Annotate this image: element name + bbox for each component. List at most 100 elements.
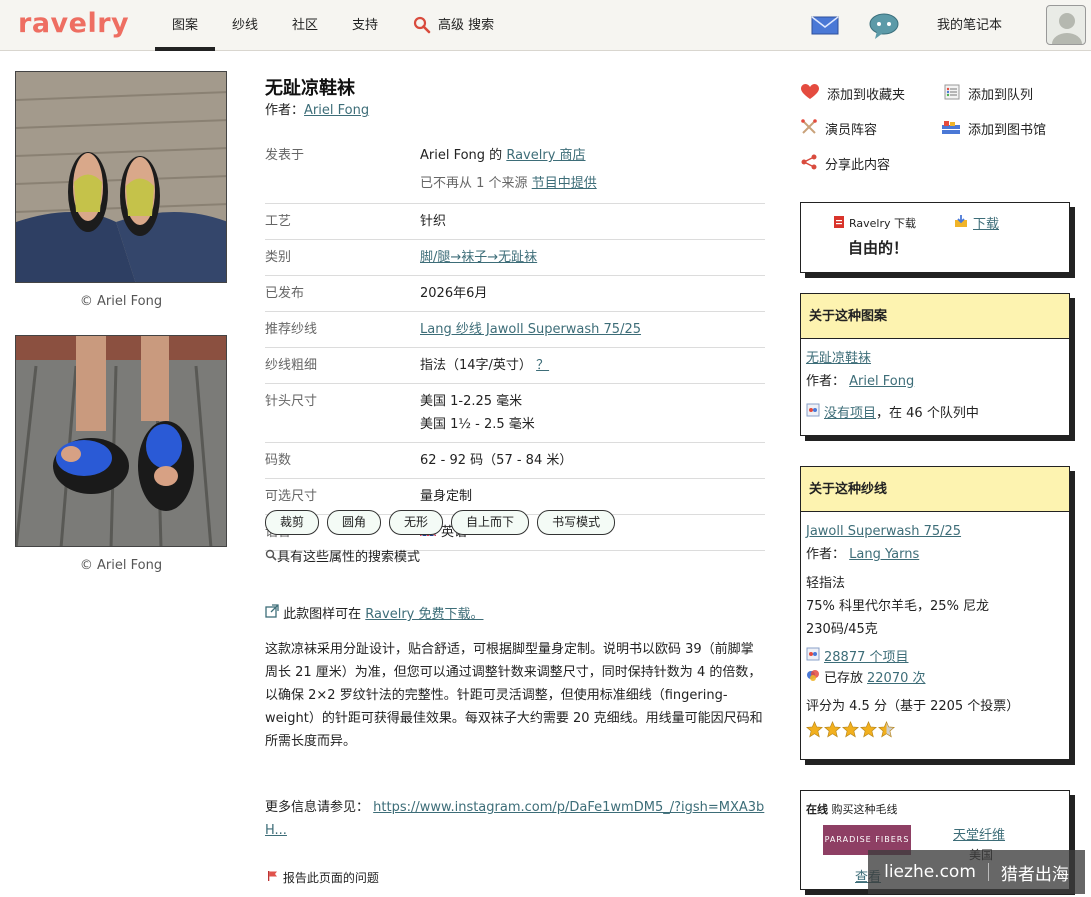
star-rating <box>806 721 1064 738</box>
detail-label: 针头尺寸 <box>265 394 318 409</box>
ravelry-download-label: Ravelry 下载 <box>834 215 916 231</box>
yarn-projects-link[interactable]: 28877 个项目 <box>824 648 909 668</box>
detail-craft: 工艺 针织 <box>265 204 765 240</box>
attribute-tag[interactable]: 无形 <box>389 510 444 535</box>
ravelry-store-link[interactable]: Ravelry 商店 <box>506 148 585 163</box>
yarn-fiber: 75% 科里代尔羊毛，25% 尼龙 <box>806 599 990 614</box>
about-pattern-queue-text: ，在 46 个队列中 <box>876 406 979 421</box>
attribute-tag[interactable]: 书写模式 <box>537 510 616 535</box>
nav-tab-community[interactable]: 社区 <box>292 0 318 51</box>
yarn-rating-text: 评分为 4.5 分（基于 2205 个投票） <box>806 699 1020 714</box>
nav-tab-yarns[interactable]: 纱线 <box>232 0 258 51</box>
yarn-weight: 轻指法 <box>806 576 846 591</box>
share-button[interactable]: 分享此内容 <box>801 154 890 177</box>
nav-advanced-search[interactable]: 高级 搜索 <box>438 0 494 51</box>
watermark: liezhe.com 猎者出海 <box>868 850 1085 894</box>
queue-label: 添加到队列 <box>968 88 1034 103</box>
cast-on-button[interactable]: 演员阵容 <box>801 119 878 143</box>
detail-value: 美国 1-2.25 毫米 <box>420 394 523 409</box>
download-link-wrap: 下载 <box>954 213 999 232</box>
nav-tab-support[interactable]: 支持 <box>352 0 378 51</box>
detail-label: 发表于 <box>265 148 305 163</box>
published-in-author: Ariel Fong 的 <box>420 148 503 163</box>
category-link[interactable]: 脚/腿→袜子→无趾袜 <box>420 250 537 265</box>
chat-bubble-icon[interactable] <box>868 12 900 44</box>
pattern-photo-2[interactable] <box>15 335 227 547</box>
detail-yardage: 码数 62 - 92 码（57 - 84 米） <box>265 443 765 479</box>
add-queue-button[interactable]: 添加到队列 <box>944 84 1034 108</box>
download-icon <box>954 214 968 232</box>
yarn-brand-link[interactable]: Lang Yarns <box>849 547 919 562</box>
search-icon[interactable] <box>413 16 431 38</box>
buy-title-text: 购买这种毛线 <box>831 803 898 816</box>
library-label: 添加到图书馆 <box>968 123 1047 138</box>
star-icon <box>824 721 841 738</box>
external-link-icon <box>265 604 279 622</box>
detail-needle: 针头尺寸 美国 1-2.25 毫米 美国 1½ - 2.5 毫米 <box>265 384 765 443</box>
my-notebook-link[interactable]: 我的笔记本 <box>937 0 1002 51</box>
detail-label: 码数 <box>265 453 292 468</box>
report-problem-link[interactable]: 报告此页面的问题 <box>267 869 379 886</box>
star-icon <box>860 721 877 738</box>
projects-icon <box>806 647 820 668</box>
pattern-photo-1[interactable] <box>15 71 227 283</box>
watermark-brand: 猎者出海 <box>1000 864 1069 885</box>
tag-search-label: 具有这些属性的搜索模式 <box>277 550 421 565</box>
attribute-tag[interactable]: 裁剪 <box>265 510 320 535</box>
detail-weight: 纱线粗细 指法（14字/英寸） ？ <box>265 348 765 384</box>
more-info-prefix: 更多信息请参见： <box>265 800 370 815</box>
attribute-tags: 裁剪 圆角 无形 自上而下 书写模式 <box>265 510 616 535</box>
detail-yarn: 推荐纱线 Lang 纱线 Jawoll Superwash 75/25 <box>265 312 765 348</box>
add-library-button[interactable]: 添加到图书馆 <box>942 120 1046 142</box>
photo-caption: © Ariel Fong <box>79 558 163 573</box>
source-link[interactable]: 节目中提供 <box>532 176 597 191</box>
add-favorite-button[interactable]: 添加到收藏夹 <box>801 84 906 108</box>
pdf-icon <box>834 215 844 231</box>
needles-icon <box>801 119 817 143</box>
avatar[interactable] <box>1046 5 1086 45</box>
about-yarn-header: 关于这种纱线 <box>801 467 1069 512</box>
detail-label: 工艺 <box>265 214 292 229</box>
mail-icon[interactable] <box>811 15 839 39</box>
buy-online-label: 在线 <box>806 803 828 816</box>
heart-icon <box>801 84 819 108</box>
detail-label: 可选尺寸 <box>265 489 318 504</box>
cast-label: 演员阵容 <box>825 123 878 138</box>
yarn-name-link[interactable]: Jawoll Superwash 75/25 <box>806 524 961 539</box>
detail-published-in: 发表于 Ariel Fong 的 Ravelry 商店 已不再从 1 个来源 节… <box>265 140 765 204</box>
pattern-author-line: 作者：Ariel Fong <box>265 99 369 118</box>
favorite-label: 添加到收藏夹 <box>827 88 906 103</box>
attribute-tag[interactable]: 圆角 <box>327 510 382 535</box>
tag-search-link[interactable]: 具有这些属性的搜索模式 <box>265 546 420 565</box>
weight-help-link[interactable]: ？ <box>536 358 549 373</box>
author-link[interactable]: Ariel Fong <box>304 103 369 118</box>
star-icon <box>878 721 895 738</box>
yarn-author-prefix: 作者： <box>806 547 846 562</box>
ravelry-logo[interactable]: ravelry <box>18 8 129 39</box>
about-pattern-header: 关于这种图案 <box>801 294 1069 339</box>
download-link[interactable]: 下载 <box>973 213 999 232</box>
books-icon <box>942 120 960 142</box>
list-icon <box>944 84 960 108</box>
shop-link[interactable]: 天堂纤维 <box>953 824 1005 843</box>
about-pattern-box: 关于这种图案 无趾凉鞋袜 作者： Ariel Fong 没有项目，在 46 个队… <box>800 293 1070 436</box>
detail-label: 已发布 <box>265 286 305 301</box>
attribute-tag[interactable]: 自上而下 <box>451 510 530 535</box>
about-pattern-projects-link[interactable]: 没有项目 <box>824 406 876 421</box>
detail-category: 类别 脚/腿→袜子→无趾袜 <box>265 240 765 276</box>
about-author-prefix: 作者： <box>806 374 846 389</box>
price-free: 自由的！ <box>848 239 909 257</box>
pattern-details: 发表于 Ariel Fong 的 Ravelry 商店 已不再从 1 个来源 节… <box>265 140 765 551</box>
watermark-divider <box>987 863 989 881</box>
yarn-stash-link[interactable]: 22070 次 <box>867 669 926 689</box>
top-nav: ravelry 图案 纱线 社区 支持 高级 搜索 我的笔记本 <box>0 0 1091 51</box>
detail-value: 62 - 92 码（57 - 84 米） <box>420 453 573 468</box>
star-icon <box>806 721 823 738</box>
free-download-link[interactable]: Ravelry 免费下载。 <box>365 607 483 622</box>
detail-value: 量身定制 <box>420 489 473 504</box>
nav-tab-patterns[interactable]: 图案 <box>155 0 215 51</box>
about-pattern-name-link[interactable]: 无趾凉鞋袜 <box>806 351 871 366</box>
star-icon <box>842 721 859 738</box>
about-pattern-author-link[interactable]: Ariel Fong <box>849 374 914 389</box>
suggested-yarn-link[interactable]: Lang 纱线 Jawoll Superwash 75/25 <box>420 322 641 337</box>
